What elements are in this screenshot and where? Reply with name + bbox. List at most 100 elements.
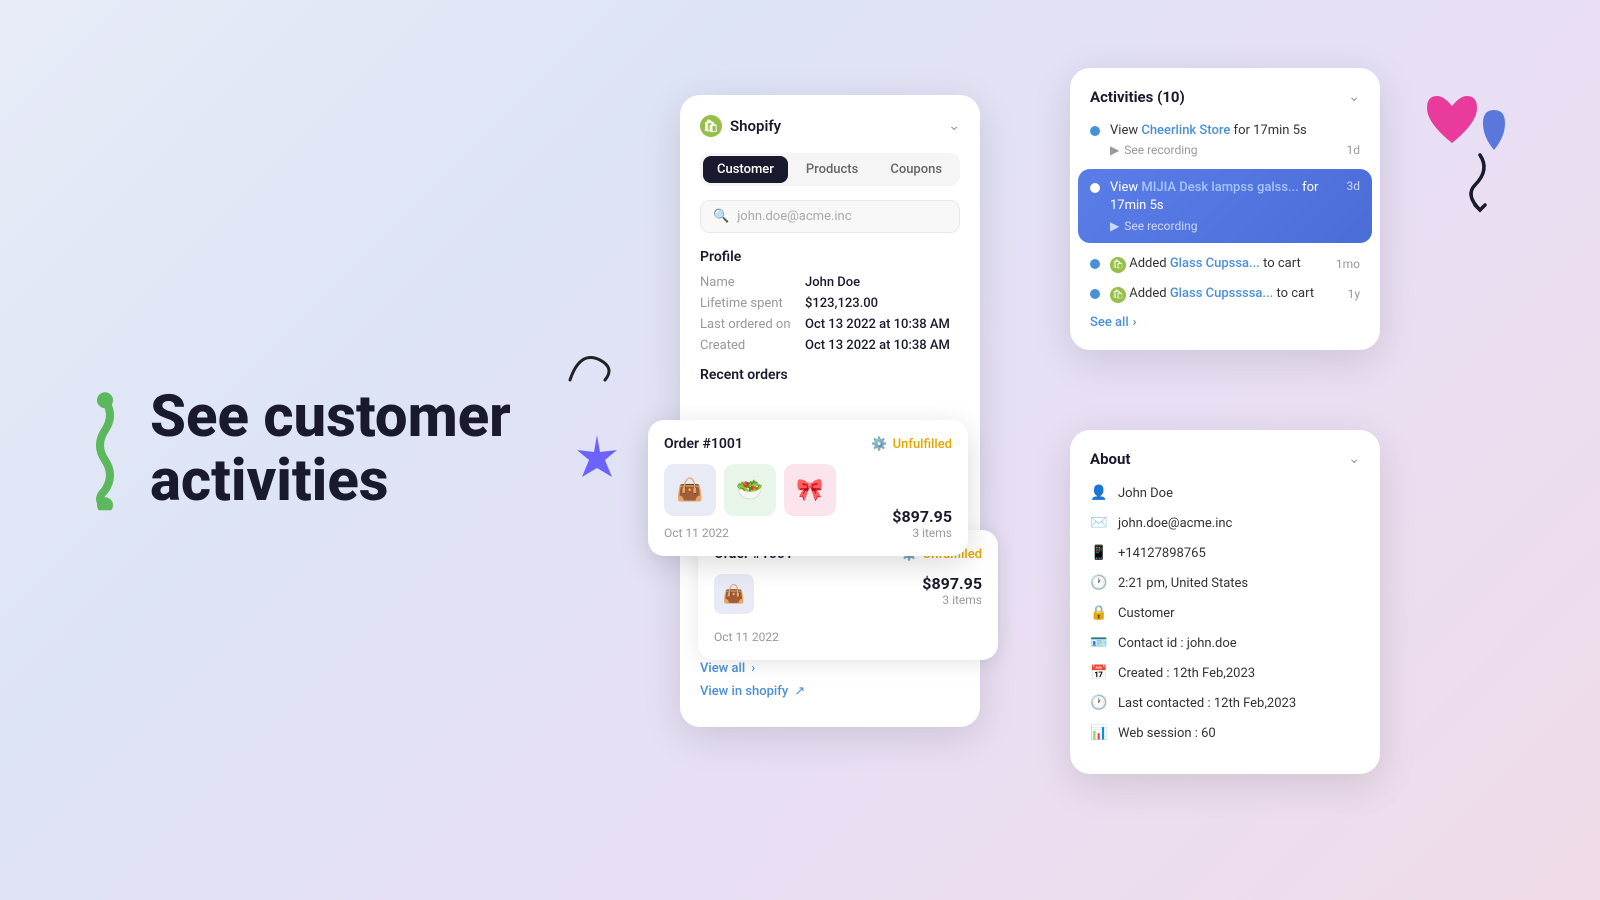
profile-lifetime-row: Lifetime spent $123,123.00 (700, 296, 960, 311)
activity-3-before: Added (1129, 256, 1170, 271)
unfulfilled-icon: ⚙️ (871, 437, 887, 452)
activity-dot-1 (1090, 126, 1100, 136)
tab-customer[interactable]: Customer (703, 156, 788, 183)
activity-item-4: 🛍 Added Glass Cupssssa... to cart 1y (1090, 285, 1360, 303)
search-icon: 🔍 (713, 209, 729, 224)
profile-name-row: Name John Doe (700, 275, 960, 290)
activity-2-link[interactable]: MIJIA Desk lampss galss... (1141, 180, 1299, 195)
blue-check-icon (1477, 105, 1512, 155)
about-item-phone: 📱 +14127898765 (1090, 544, 1360, 562)
shopify-icon-sm-4: 🛍 (1110, 287, 1126, 303)
about-created-value: Created : 12th Feb,2023 (1118, 666, 1255, 681)
order-front-header: Order #1001 ⚙️ Unfulfilled (664, 436, 952, 452)
see-all-arrow-icon: › (1133, 315, 1137, 330)
hero-text: See customeractivities (150, 386, 511, 514)
order-item-green: 🥗 (724, 464, 776, 516)
order-card-front: Order #1001 ⚙️ Unfulfilled 👜 🥗 🎀 Oct 11 … (648, 420, 968, 556)
view-all-label: View all (700, 661, 745, 676)
about-contact-id-value: Contact id : john.doe (1118, 636, 1237, 651)
activity-item-2: View MIJIA Desk lampss galss... for 17mi… (1078, 169, 1372, 242)
order-front-total: $897.95 (892, 507, 952, 526)
activity-1-after: for 17min 5s (1234, 123, 1307, 138)
external-link-icon: ↗ (794, 684, 805, 699)
about-name-value: John Doe (1118, 486, 1173, 501)
profile-created-row: Created Oct 13 2022 at 10:38 AM (700, 338, 960, 353)
id-icon: 🪪 (1090, 634, 1108, 652)
profile-lifetime-label: Lifetime spent (700, 296, 795, 311)
activity-dot-2 (1090, 183, 1100, 193)
order-front-items-count: 3 items (912, 526, 952, 540)
view-in-shopify-label: View in shopify (700, 684, 788, 699)
recent-orders-title: Recent orders (700, 367, 960, 383)
order-front-number: Order #1001 (664, 436, 743, 452)
activities-card: Activities (10) ⌄ View Cheerlink Store f… (1070, 68, 1380, 350)
activity-4-link[interactable]: Glass Cupssssa... (1170, 286, 1273, 301)
activity-1-time: 1d (1346, 143, 1360, 157)
activity-1-link[interactable]: Cheerlink Store (1141, 123, 1230, 138)
about-email-value: john.doe@acme.inc (1118, 516, 1232, 531)
shopify-chevron-icon[interactable]: ⌄ (948, 118, 960, 134)
about-item-created: 📅 Created : 12th Feb,2023 (1090, 664, 1360, 682)
about-item-web-session: 📊 Web session : 60 (1090, 724, 1360, 742)
order-front-items: 👜 🥗 🎀 (664, 464, 836, 516)
person-icon: 👤 (1090, 484, 1108, 502)
activity-1-sub: ▶ See recording 1d (1110, 143, 1360, 157)
order-back-total-section: $897.95 3 items (922, 574, 982, 607)
activity-content-2: View MIJIA Desk lampss galss... for 17mi… (1110, 179, 1360, 232)
activity-2-sub-label: See recording (1124, 219, 1197, 233)
view-all-link[interactable]: View all › (700, 661, 960, 676)
activities-title: Activities (10) (1090, 88, 1185, 106)
about-item-last-contacted: 🕐 Last contacted : 12th Feb,2023 (1090, 694, 1360, 712)
card-links: View all › View in shopify ↗ (700, 661, 960, 699)
activity-item-3: 🛍 Added Glass Cupssa... to cart 1mo (1090, 255, 1360, 273)
profile-title: Profile (700, 249, 960, 265)
tab-products[interactable]: Products (792, 156, 872, 183)
activity-2-before: View (1110, 180, 1141, 195)
activity-2-sub: ▶ See recording (1110, 219, 1360, 233)
activity-2-time: 3d (1346, 179, 1360, 193)
shopify-logo: 🛍 Shopify (700, 115, 781, 137)
profile-name-label: Name (700, 275, 795, 290)
about-item-email: ✉️ john.doe@acme.inc (1090, 514, 1360, 532)
order-item-bag: 👜 (664, 464, 716, 516)
recording-icon-2: ▶ (1110, 219, 1119, 233)
about-header: About ⌄ (1090, 450, 1360, 468)
activity-1-sub-label: See recording (1124, 143, 1197, 157)
email-icon: ✉️ (1090, 514, 1108, 532)
about-timezone-value: 2:21 pm, United States (1118, 576, 1248, 591)
search-placeholder: john.doe@acme.inc (737, 209, 851, 224)
order-back-item: 👜 (714, 574, 764, 614)
tab-coupons[interactable]: Coupons (876, 156, 956, 183)
about-chevron-icon[interactable]: ⌄ (1348, 451, 1360, 467)
profile-section: Profile Name John Doe Lifetime spent $12… (700, 249, 960, 353)
star-icon (570, 430, 625, 485)
order-back-img: 👜 (714, 574, 754, 614)
lock-icon: 🔒 (1090, 604, 1108, 622)
profile-lastordered-row: Last ordered on Oct 13 2022 at 10:38 AM (700, 317, 960, 332)
view-in-shopify-link[interactable]: View in shopify ↗ (700, 684, 960, 699)
shopify-icon: 🛍 (700, 115, 722, 137)
activity-3-link[interactable]: Glass Cupssa... (1170, 256, 1260, 271)
activity-text-3: 🛍 Added Glass Cupssa... to cart (1110, 255, 1301, 273)
order-back-date: Oct 11 2022 (714, 630, 982, 644)
activity-dot-4 (1090, 289, 1100, 299)
activity-4-before: Added (1129, 286, 1170, 301)
profile-lifetime-value: $123,123.00 (805, 296, 878, 311)
profile-lastordered-value: Oct 13 2022 at 10:38 AM (805, 317, 950, 332)
phone-icon: 📱 (1090, 544, 1108, 562)
activity-dot-3 (1090, 259, 1100, 269)
activity-text-4: 🛍 Added Glass Cupssssa... to cart (1110, 285, 1314, 303)
chart-icon: 📊 (1090, 724, 1108, 742)
order-item-pink: 🎀 (784, 464, 836, 516)
green-squiggle-icon (80, 390, 130, 510)
search-box[interactable]: 🔍 john.doe@acme.inc (700, 200, 960, 233)
activities-chevron-icon[interactable]: ⌄ (1348, 89, 1360, 105)
curl-icon (560, 340, 620, 390)
right-squiggle-icon (1460, 150, 1500, 220)
see-all-link[interactable]: See all › (1090, 315, 1360, 330)
clock-icon: 🕐 (1090, 574, 1108, 592)
about-phone-value: +14127898765 (1118, 546, 1206, 561)
about-item-name: 👤 John Doe (1090, 484, 1360, 502)
activity-3-after: to cart (1263, 256, 1301, 271)
about-item-contact-id: 🪪 Contact id : john.doe (1090, 634, 1360, 652)
